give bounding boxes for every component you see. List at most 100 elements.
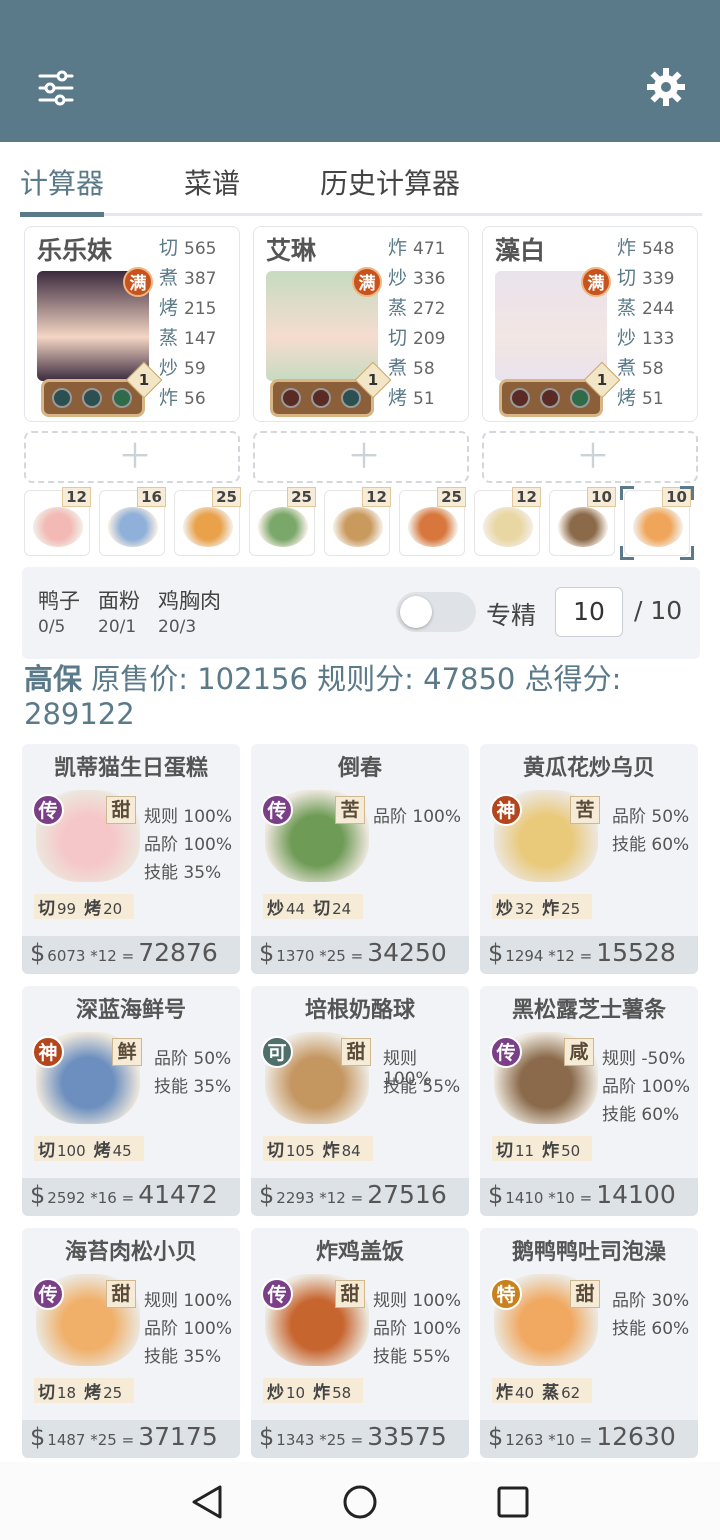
skill-name: 烤	[388, 387, 408, 409]
add-equipment-slot[interactable]: ＋	[253, 431, 469, 483]
chef-skill: 蒸 147	[159, 323, 239, 350]
chef-name: 藻白	[495, 236, 546, 265]
dish-thumbnail[interactable]: 25	[399, 487, 466, 556]
flavor-badge: 甜	[106, 796, 136, 824]
chef-level: 1	[596, 371, 608, 389]
req-skill: 烤	[84, 899, 102, 919]
unit-price: 2293	[276, 1189, 315, 1207]
dish-card[interactable]: 炸鸡盖饭 传 甜规则 100% 品阶 100% 技能 55% 炒 10 炸 58 $1343…	[251, 1228, 469, 1458]
dish-title: 倒春	[337, 756, 382, 781]
dish-card[interactable]: 黑松露芝士薯条 传 咸规则 -50% 品阶 100% 技能 60% 切 11 炸 50 $1…	[480, 986, 698, 1216]
unit-price: 1263	[505, 1431, 544, 1449]
equals-sign: =	[350, 947, 364, 965]
equipment-slot-icon[interactable]	[281, 388, 301, 408]
dish-thumbnail[interactable]: 10	[549, 487, 616, 556]
skill-value: 147	[184, 329, 217, 349]
chef-skill: 切 565	[159, 233, 239, 260]
dish-card[interactable]: 海苔肉松小贝 传 甜规则 100% 品阶 100% 技能 35% 切 18 烤 25 $14…	[22, 1228, 240, 1458]
equipment-slot-icon[interactable]	[540, 388, 560, 408]
req-value: 32	[515, 900, 535, 918]
chef-card[interactable]: 乐乐妹 满 1 切 565 煮 387 烤 215 蒸 147 炒 59 炸 56	[24, 226, 240, 422]
summary-text: 原售价: 102156 规则分: 47850 总得分: 289122	[24, 662, 622, 731]
quantity: *12	[548, 947, 575, 965]
dish-card[interactable]: 培根奶酪球 可 甜规则 100% 技能 55% 切 105 炸 84 $2293 *12 …	[251, 986, 469, 1216]
tab-calculator[interactable]: 计算器	[20, 162, 104, 202]
dish-thumbnail[interactable]: 25	[174, 487, 241, 556]
chef-card[interactable]: 艾琳 满 1 炸 471 炒 336 蒸 272 切 209 煮 58 烤 51	[253, 226, 469, 422]
skill-value: 215	[184, 299, 217, 319]
dish-card[interactable]: 倒春 传 苦品阶 100% 炒 44 切 24 $1370 *25 = 34250	[251, 744, 469, 974]
dish-count: 12	[362, 487, 391, 507]
dish-stat: 品阶 30%	[612, 1291, 690, 1311]
specialty-input[interactable]: 10	[555, 587, 623, 637]
dollar-icon: $	[259, 1181, 275, 1209]
dish-count: 16	[137, 487, 166, 507]
dish-price: $1343 *25 = 33575	[259, 1422, 447, 1451]
skill-value: 387	[184, 269, 217, 289]
dish-thumbnail[interactable]: 12	[474, 487, 541, 556]
specialty-toggle-knob[interactable]	[400, 596, 432, 628]
skill-name: 蒸	[388, 297, 408, 319]
tab-indicator	[20, 212, 104, 217]
quantity: *12	[90, 947, 117, 965]
dish-thumbnail[interactable]: 25	[249, 487, 316, 556]
tab-history-calculator[interactable]: 历史计算器	[320, 162, 460, 202]
skill-value: 565	[184, 239, 217, 259]
dish-price-bar: $6073 *12 = 72876	[22, 936, 240, 974]
flavor-badge: 咸	[564, 1038, 594, 1066]
plus-icon: ＋	[347, 437, 381, 477]
dish-card[interactable]: 凯蒂猫生日蛋糕 传 甜规则 100% 品阶 100% 技能 35% 切 99 烤 20 $6…	[22, 744, 240, 974]
skill-requirements: 切 99 烤 20	[34, 894, 135, 919]
dish-price: $2592 *16 = 41472	[30, 1180, 218, 1209]
gear-icon[interactable]	[646, 67, 686, 107]
dish-card[interactable]: 黄瓜花炒乌贝 神 苦品阶 50% 技能 60% 炒 32 炸 25 $1294 *12 =…	[480, 744, 698, 974]
dish-count: 12	[512, 487, 541, 507]
equipment-slot-icon[interactable]	[570, 388, 590, 408]
skill-value: 58	[642, 359, 664, 379]
rarity-badge: 神	[490, 794, 522, 826]
dish-title: 黄瓜花炒乌贝	[522, 756, 655, 781]
skill-name: 切	[159, 237, 179, 259]
total-price: 34250	[367, 938, 447, 967]
chef-name: 艾琳	[266, 236, 317, 265]
add-equipment-slot[interactable]: ＋	[482, 431, 698, 483]
flavor-badge: 甜	[570, 1280, 600, 1308]
square-recent-icon[interactable]	[496, 1485, 530, 1519]
dish-price-bar: $1263 *10 = 12630	[480, 1420, 698, 1458]
dish-title: 培根奶酪球	[304, 998, 415, 1023]
total-price: 15528	[596, 938, 676, 967]
dish-thumbnail[interactable]: 16	[99, 487, 166, 556]
total-price: 72876	[138, 938, 218, 967]
skill-name: 切	[388, 327, 408, 349]
skill-name: 烤	[159, 297, 179, 319]
quantity: *16	[90, 1189, 117, 1207]
chef-skill: 烤 51	[617, 383, 697, 410]
dish-price-bar: $2592 *16 = 41472	[22, 1178, 240, 1216]
equipment-slot-icon[interactable]	[311, 388, 331, 408]
dish-stat: 技能 60%	[612, 835, 690, 855]
equipment-slot-icon[interactable]	[82, 388, 102, 408]
equipment-slot-icon[interactable]	[510, 388, 530, 408]
triangle-back-icon[interactable]	[190, 1484, 224, 1520]
chef-skill: 炸 471	[388, 233, 468, 260]
equipment-slot-icon[interactable]	[112, 388, 132, 408]
req-value: 100	[57, 1142, 86, 1160]
ingredient-value: 20/3	[158, 617, 197, 637]
equals-sign: =	[579, 1431, 593, 1449]
dish-card[interactable]: 鹅鸭鸭吐司泡澡 特 甜品阶 30% 技能 60% 炸 40 蒸 62 $1263 *10 …	[480, 1228, 698, 1458]
dish-thumbnail[interactable]: 12	[24, 487, 91, 556]
add-equipment-slot[interactable]: ＋	[24, 431, 240, 483]
equipment-slot-icon[interactable]	[52, 388, 72, 408]
req-value: 62	[561, 1384, 581, 1402]
skill-name: 蒸	[159, 327, 179, 349]
sliders-icon[interactable]	[38, 70, 74, 106]
dish-thumbnail[interactable]: 12	[324, 487, 391, 556]
circle-home-icon[interactable]	[342, 1484, 378, 1520]
chef-card[interactable]: 藻白 满 1 炸 548 切 339 蒸 244 炒 133 煮 58 烤 51	[482, 226, 698, 422]
dish-stat: 品阶 100%	[144, 1319, 233, 1339]
tab-recipes[interactable]: 菜谱	[184, 162, 240, 202]
chef-skill: 烤 51	[388, 383, 468, 410]
equipment-slot-icon[interactable]	[341, 388, 361, 408]
dish-card[interactable]: 深蓝海鲜号 神 鲜品阶 50% 技能 35% 切 100 烤 45 $2592 *16 =…	[22, 986, 240, 1216]
skill-value: 58	[413, 359, 435, 379]
